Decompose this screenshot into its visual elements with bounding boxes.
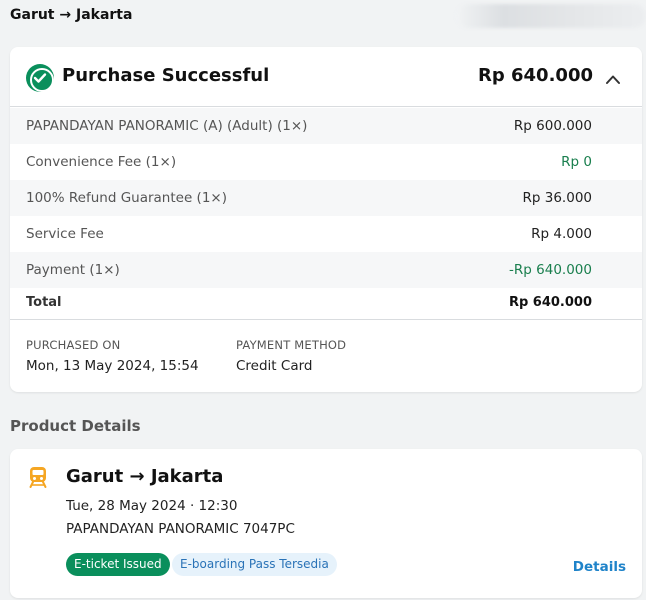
price-row-value: -Rp 640.000 [509, 262, 592, 278]
price-row-value: Rp 36.000 [522, 190, 592, 206]
top-bar: Garut → Jakarta [0, 0, 646, 34]
purchased-on-value: Mon, 13 May 2024, 15:54 [26, 358, 199, 374]
train-name: PAPANDAYAN PANORAMIC 7047PC [66, 521, 295, 537]
eticket-issued-badge: E-ticket Issued [66, 553, 170, 576]
product-details-heading: Product Details [10, 417, 141, 435]
price-row: Convenience Fee (1×) Rp 0 [10, 144, 642, 180]
total-label: Total [26, 295, 62, 310]
price-row-value: Rp 4.000 [531, 226, 592, 242]
eboarding-pass-badge: E-boarding Pass Tersedia [172, 553, 337, 576]
price-row: 100% Refund Guarantee (1×) Rp 36.000 [10, 180, 642, 216]
price-row-value: Rp 0 [561, 154, 592, 170]
purchase-summary-card: Purchase Successful Rp 640.000 PAPANDAYA… [10, 47, 642, 392]
price-breakdown: PAPANDAYAN PANORAMIC (A) (Adult) (1×) Rp… [10, 108, 642, 320]
price-row-value: Rp 600.000 [513, 118, 592, 134]
page-title: Garut → Jakarta [10, 7, 133, 23]
product-route: Garut → Jakarta [66, 466, 224, 487]
product-card: Garut → Jakarta Tue, 28 May 2024 · 12:30… [10, 449, 642, 598]
total-row: Total Rp 640.000 [10, 288, 642, 320]
price-row-label: PAPANDAYAN PANORAMIC (A) (Adult) (1×) [26, 118, 308, 134]
price-row-label: Convenience Fee (1×) [26, 154, 177, 170]
total-value: Rp 640.000 [508, 295, 592, 310]
blurred-header-area [456, 4, 646, 28]
train-icon [26, 465, 50, 489]
purchase-status-title: Purchase Successful [62, 65, 270, 86]
price-row-label: Service Fee [26, 226, 104, 242]
price-row-label: 100% Refund Guarantee (1×) [26, 190, 227, 206]
payment-method-label: PAYMENT METHOD [236, 338, 347, 352]
details-link[interactable]: Details [573, 559, 626, 575]
purchase-summary-header[interactable]: Purchase Successful Rp 640.000 [10, 47, 642, 107]
price-row: Service Fee Rp 4.000 [10, 216, 642, 252]
check-circle-icon [26, 64, 54, 92]
purchased-on-label: PURCHASED ON [26, 338, 121, 352]
departure-datetime: Tue, 28 May 2024 · 12:30 [66, 498, 238, 514]
price-row-label: Payment (1×) [26, 262, 120, 278]
purchase-total-amount: Rp 640.000 [478, 65, 593, 86]
price-row: PAPANDAYAN PANORAMIC (A) (Adult) (1×) Rp… [10, 108, 642, 144]
price-row: Payment (1×) -Rp 640.000 [10, 252, 642, 288]
payment-method-value: Credit Card [236, 358, 313, 374]
chevron-up-icon[interactable] [605, 70, 621, 84]
